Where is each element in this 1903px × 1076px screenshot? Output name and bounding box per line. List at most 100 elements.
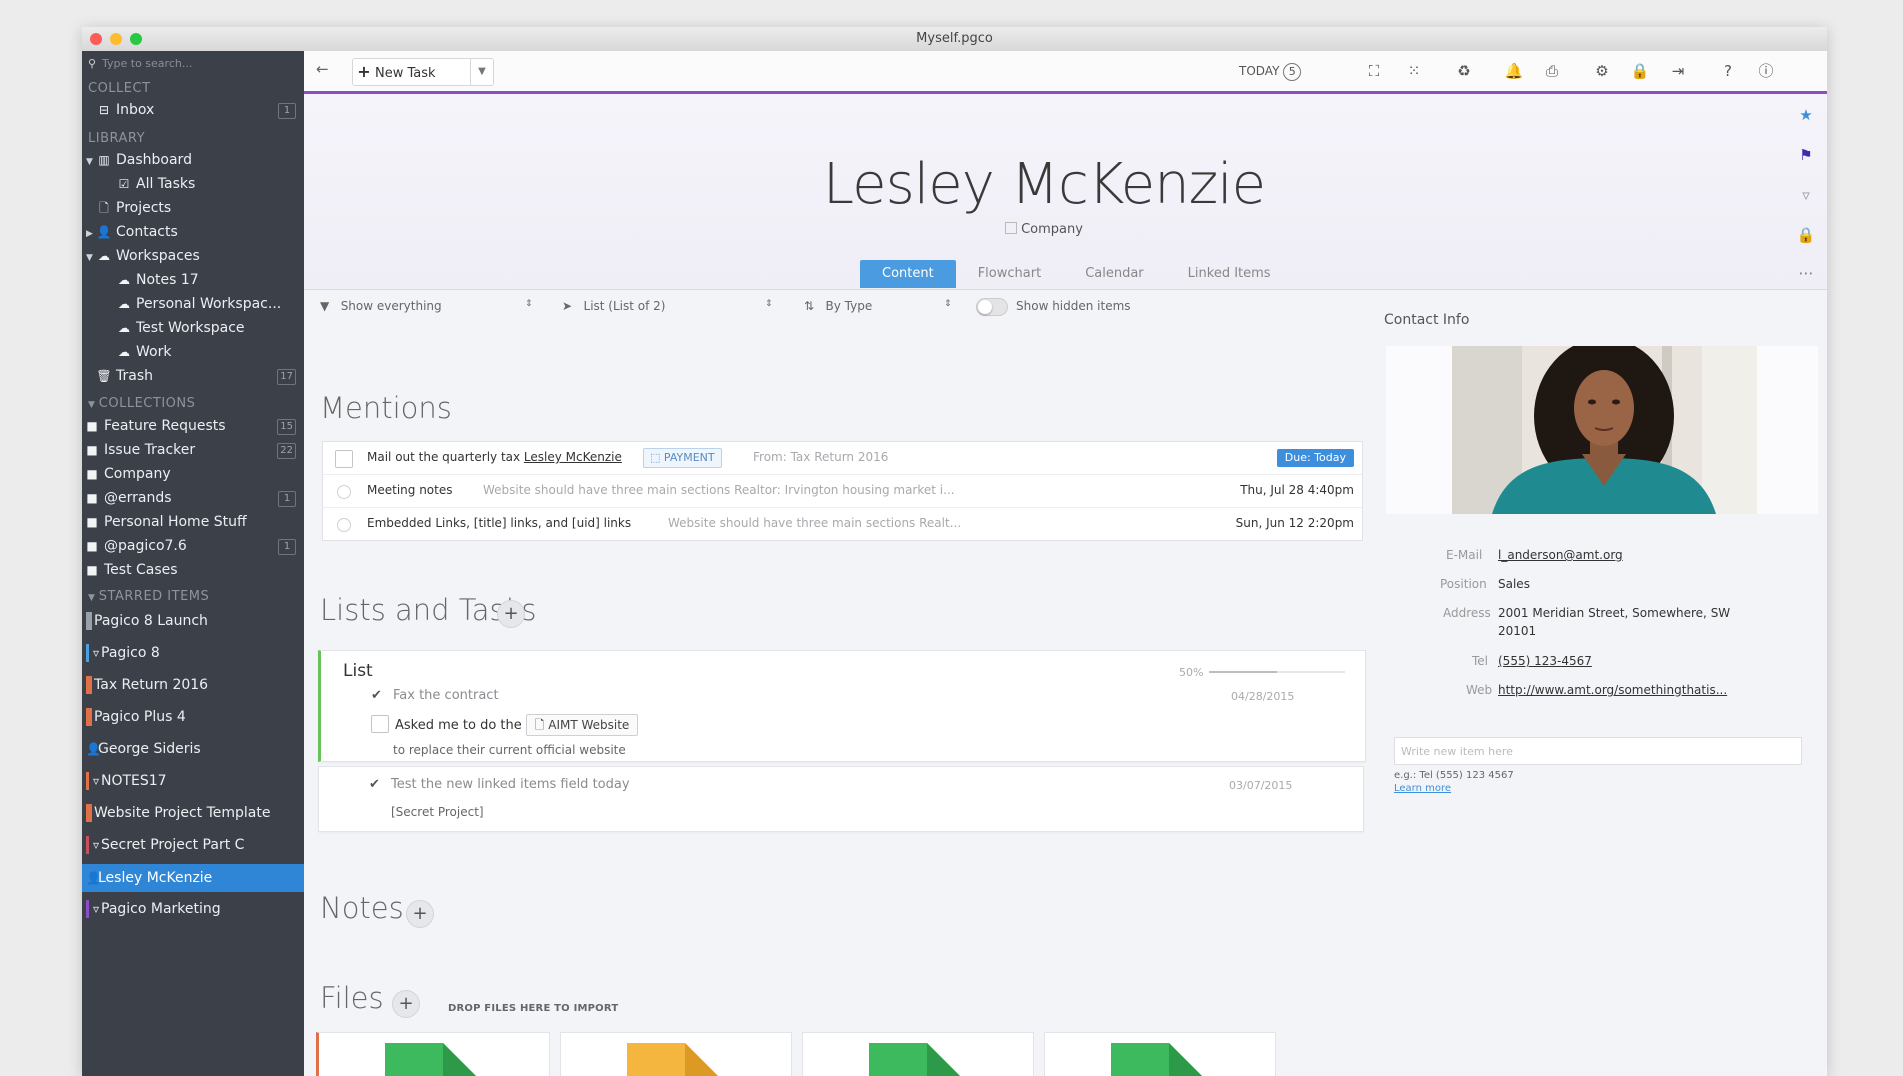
sync-icon[interactable]: ♻	[1454, 61, 1474, 81]
list-filter[interactable]: ➤ List (List of 2) ⇕	[562, 299, 773, 313]
starred-item-pagico-8-launch[interactable]: Pagico 8 Launch	[82, 608, 304, 634]
starred-item-george-sideris[interactable]: 👤George Sideris	[82, 736, 304, 762]
more-icon[interactable]: ⋯	[1796, 264, 1816, 282]
sidebar-item-personal-home-stuff[interactable]: ■ Personal Home Stuff	[82, 509, 304, 535]
company-field[interactable]: Company	[304, 222, 1784, 237]
today-button[interactable]: TODAY 5	[1239, 63, 1302, 81]
cloud-icon: ☁	[98, 249, 110, 263]
sidebar-item-dashboard[interactable]: ▼ ▥ Dashboard	[82, 147, 304, 173]
item-circle[interactable]	[337, 485, 351, 499]
folder-icon: ■	[86, 515, 98, 529]
tab-content[interactable]: Content	[860, 260, 956, 288]
starred-item-tax-return-2016[interactable]: Tax Return 2016	[82, 672, 304, 698]
sidebar-item-test-workspace[interactable]: ☁ Test Workspace	[82, 315, 304, 341]
tel-link[interactable]: (555) 123-4567	[1498, 654, 1592, 668]
help-icon[interactable]: ?	[1718, 61, 1738, 81]
mention-title: Embedded Links, [title] links, and [uid]…	[367, 516, 632, 530]
sidebar-item-pagico76[interactable]: ■ @pagico7.6 1	[82, 533, 304, 559]
file-icon	[1111, 1043, 1202, 1076]
sidebar-item-issue-tracker[interactable]: ■ Issue Tracker 22	[82, 437, 304, 463]
file-card[interactable]	[316, 1032, 550, 1076]
bell-icon[interactable]: 🔔	[1504, 61, 1524, 81]
sidebar-item-personal-workspace[interactable]: ☁ Personal Workspac...	[82, 291, 304, 317]
sidebar-item-projects[interactable]: 🗋 Projects	[82, 195, 304, 221]
contact-photo[interactable]	[1386, 346, 1818, 514]
gear-icon[interactable]: ⚙	[1592, 61, 1612, 81]
star-icon[interactable]: ★	[1796, 106, 1816, 124]
sidebar-item-work[interactable]: ☁ Work	[82, 339, 304, 365]
company-checkbox[interactable]	[1005, 222, 1018, 234]
sidebar-item-workspaces[interactable]: ▼ ☁ Workspaces	[82, 243, 304, 269]
sidebar-item-all-tasks[interactable]: ☑ All Tasks	[82, 171, 304, 197]
starred-item-pagico-8[interactable]: ▿ Pagico 8	[82, 640, 304, 666]
show-hidden-toggle[interactable]	[976, 298, 1008, 316]
tab-linked-items[interactable]: Linked Items	[1166, 260, 1293, 288]
sidebar-item-trash[interactable]: 🗑 Trash 17	[82, 363, 304, 389]
task-row[interactable]: ✔ Test the new linked items field today	[369, 777, 630, 792]
lock-icon[interactable]: 🔒	[1796, 226, 1816, 244]
task-row[interactable]: Asked me to do the 🗋 AIMT Website	[371, 714, 639, 736]
sidebar-item-label: Lesley McKenzie	[98, 870, 213, 886]
sort-filter[interactable]: ⇅ By Type ⇕	[804, 299, 952, 313]
checkmark-icon[interactable]: ✔	[371, 688, 385, 703]
add-note-button[interactable]: +	[406, 900, 434, 928]
sidebar-item-test-cases[interactable]: ■ Test Cases	[82, 557, 304, 583]
sidebar-item-company[interactable]: ■ Company	[82, 461, 304, 487]
back-arrow-icon[interactable]: ←	[316, 60, 329, 78]
list-filter-label: List (List of 2)	[583, 299, 666, 313]
expand-icon[interactable]: ⛶	[1364, 61, 1384, 81]
add-list-button[interactable]: +	[497, 600, 525, 628]
exit-icon[interactable]: ⇥	[1668, 61, 1688, 81]
tab-calendar[interactable]: Calendar	[1063, 260, 1165, 288]
starred-item-pagico-plus-4[interactable]: Pagico Plus 4	[82, 704, 304, 730]
item-circle[interactable]	[337, 518, 351, 532]
new-task-button[interactable]: + New Task ▼	[352, 58, 494, 86]
task-checkbox[interactable]	[335, 450, 353, 468]
grid-icon[interactable]: ⁙	[1404, 61, 1424, 81]
task-checkbox[interactable]	[371, 715, 389, 733]
file-card[interactable]	[560, 1032, 792, 1076]
learn-more-link[interactable]: Learn more	[1394, 783, 1451, 794]
mention-contact-link[interactable]: Lesley McKenzie	[524, 450, 622, 464]
mention-row[interactable]: Embedded Links, [title] links, and [uid]…	[323, 508, 1362, 540]
file-card[interactable]	[802, 1032, 1034, 1076]
starred-item-notes17[interactable]: ▿ NOTES17	[82, 768, 304, 794]
mention-row[interactable]: Meeting notes Website should have three …	[323, 475, 1362, 508]
sidebar-item-label: Issue Tracker	[104, 442, 196, 458]
file-card[interactable]	[1044, 1032, 1276, 1076]
file-icon	[869, 1043, 960, 1076]
show-filter[interactable]: ▼ Show everything ⇕	[320, 299, 533, 313]
filter-icon: ▿	[92, 774, 100, 788]
filter-icon[interactable]: ▿	[1796, 186, 1816, 204]
sidebar-item-errands[interactable]: ■ @errands 1	[82, 485, 304, 511]
checkmark-icon[interactable]: ✔	[369, 777, 383, 792]
starred-item-secret-project-part-c[interactable]: ▿ Secret Project Part C	[82, 832, 304, 858]
tab-flowchart[interactable]: Flowchart	[956, 260, 1063, 288]
sidebar-item-label: Personal Workspac...	[136, 296, 282, 312]
count-badge: 1	[278, 539, 296, 555]
sidebar-item-inbox[interactable]: ⊟ Inbox 1	[82, 97, 304, 123]
chevron-down-icon[interactable]: ▼	[470, 59, 493, 85]
position-value: Sales	[1498, 577, 1530, 591]
add-file-button[interactable]: +	[392, 990, 420, 1018]
starred-item-lesley-mckenzie[interactable]: 👤Lesley McKenzie	[82, 864, 304, 892]
flag-icon[interactable]: ⚑	[1796, 146, 1816, 164]
filter-icon: ▼	[320, 299, 330, 313]
print-icon[interactable]: ⎙	[1542, 61, 1562, 81]
new-item-input[interactable]: Write new item here	[1394, 737, 1802, 765]
lock-icon[interactable]: 🔒	[1630, 61, 1650, 81]
task-row[interactable]: ✔ Fax the contract	[371, 688, 499, 703]
section-collections-label: COLLECTIONS	[98, 396, 196, 411]
search-box[interactable]: ⚲ Type to search...	[88, 57, 298, 77]
email-link[interactable]: l_anderson@amt.org	[1498, 548, 1623, 562]
sidebar-item-label: Inbox	[116, 102, 155, 118]
web-link[interactable]: http://www.amt.org/somethingthatis...	[1498, 683, 1727, 697]
info-icon[interactable]: ⓘ	[1756, 61, 1776, 81]
sidebar-item-feature-requests[interactable]: ■ Feature Requests 15	[82, 413, 304, 439]
sidebar-item-contacts[interactable]: ▶ 👤 Contacts	[82, 219, 304, 245]
mention-row[interactable]: Mail out the quarterly tax Lesley McKenz…	[323, 442, 1362, 475]
linked-item-chip[interactable]: 🗋 AIMT Website	[525, 714, 639, 736]
starred-item-pagico-marketing[interactable]: ▿ Pagico Marketing	[82, 896, 304, 922]
starred-item-website-project-template[interactable]: Website Project Template	[82, 800, 304, 826]
sidebar-item-notes[interactable]: ☁ Notes 17	[82, 267, 304, 293]
